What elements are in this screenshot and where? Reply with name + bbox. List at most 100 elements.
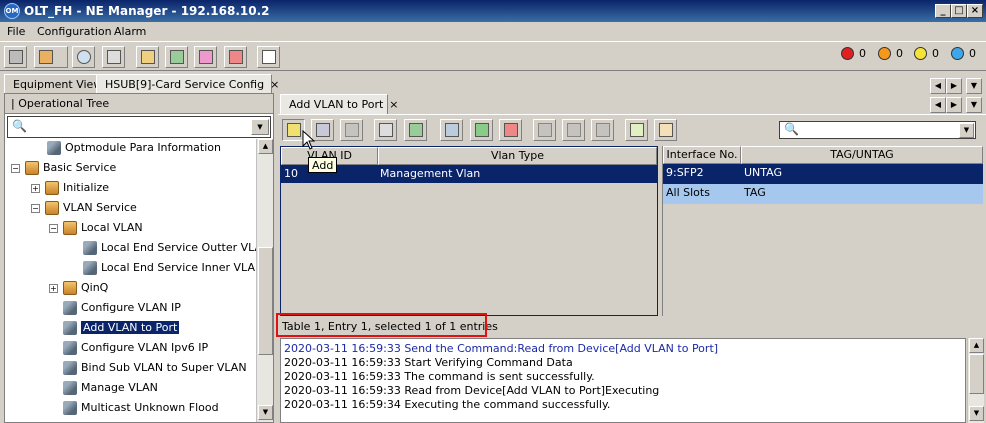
tree-item-outter-vlan[interactable]: Local End Service Outter VLAN <box>83 239 270 257</box>
tree-search-dropdown-icon[interactable]: ▼ <box>251 119 269 135</box>
critical-alarm-icon[interactable] <box>841 47 854 60</box>
filter-icon[interactable] <box>533 119 556 141</box>
table-row[interactable]: 10 Management Vlan <box>281 165 657 183</box>
folder-icon <box>25 161 39 175</box>
report-icon[interactable] <box>194 46 217 68</box>
notes-icon[interactable] <box>257 46 280 68</box>
close-subtab-icon[interactable]: × <box>389 98 398 111</box>
log-panel: 2020-03-11 16:59:33 Send the Command:Rea… <box>280 338 966 423</box>
tab-list-dropdown-icon[interactable]: ▼ <box>966 78 982 94</box>
tab-left-arrow-icon[interactable]: ◀ <box>930 78 946 94</box>
log-line: 2020-03-11 16:59:33 The command is sent … <box>284 370 595 383</box>
save-icon[interactable] <box>440 119 463 141</box>
close-tab-icon[interactable]: × <box>270 78 279 91</box>
menu-configuration[interactable]: Configuration <box>37 25 112 38</box>
refresh-icon[interactable] <box>4 46 27 68</box>
tree-item-multicast-flood[interactable]: Multicast Unknown Flood <box>63 399 219 417</box>
tree-item-basic-service[interactable]: Basic Service <box>25 159 116 177</box>
folder-icon <box>63 221 77 235</box>
wrench-icon <box>63 361 77 375</box>
tree-search-input[interactable]: 🔍 ▼ <box>7 116 271 138</box>
window-title: OLT_FH - NE Manager - 192.168.10.2 <box>24 4 270 18</box>
scroll-down-icon[interactable]: ▼ <box>258 405 273 420</box>
col-vlan-type[interactable]: Vlan Type <box>378 147 657 165</box>
log-line: 2020-03-11 16:59:33 Read from Device[Add… <box>284 384 660 397</box>
table-search-input[interactable]: 🔍 ▼ <box>779 121 976 139</box>
close-button[interactable]: × <box>967 4 983 18</box>
warning-alarm-icon[interactable] <box>951 47 964 60</box>
tree-item-configure-vlan-ip[interactable]: Configure VLAN IP <box>63 299 181 317</box>
scroll-up-icon[interactable]: ▲ <box>258 139 273 154</box>
modify-icon[interactable] <box>340 119 363 141</box>
search-icon: 🔍 <box>12 119 27 133</box>
tree-item-inner-vlan[interactable]: Local End Service Inner VLAN <box>83 259 263 277</box>
folder-icon <box>45 181 59 195</box>
scroll-thumb[interactable] <box>969 354 984 394</box>
maximize-button[interactable]: □ <box>951 4 967 18</box>
expand-icon[interactable]: + <box>31 184 40 193</box>
log-line: 2020-03-11 16:59:34 Executing the comman… <box>284 398 611 411</box>
collapse-icon[interactable]: − <box>31 204 40 213</box>
tree-item-local-vlan[interactable]: Local VLAN <box>63 219 143 237</box>
menu-bar: File Configuration Alarm <box>0 22 986 40</box>
table-row[interactable]: 9:SFP2 UNTAG <box>663 164 983 184</box>
clock-icon[interactable] <box>72 46 95 68</box>
minor-alarm-icon[interactable] <box>914 47 927 60</box>
expand-icon[interactable]: + <box>49 284 58 293</box>
col-tag-untag[interactable]: TAG/UNTAG <box>741 146 983 164</box>
menu-alarm[interactable]: Alarm <box>114 25 146 38</box>
add-tooltip: Add <box>308 157 338 173</box>
scroll-thumb[interactable] <box>258 247 273 355</box>
subtab-left-arrow-icon[interactable]: ◀ <box>930 97 946 113</box>
major-alarm-icon[interactable] <box>878 47 891 60</box>
tree-item-qinq[interactable]: QinQ <box>63 279 108 297</box>
edit-icon[interactable] <box>136 46 159 68</box>
read-from-device-icon[interactable] <box>374 119 397 141</box>
tree-item-manage-vlan[interactable]: Manage VLAN <box>63 379 158 397</box>
tree-item-optmodule[interactable]: Optmodule Para Information <box>47 139 221 157</box>
device-icon[interactable] <box>102 46 125 68</box>
tree-item-vlan-ipv6[interactable]: Configure VLAN Ipv6 IP <box>63 339 208 357</box>
tree-scrollbar[interactable]: ▲ ▼ <box>256 139 273 422</box>
menu-file[interactable]: File <box>7 25 25 38</box>
alarm-print-icon[interactable] <box>224 46 247 68</box>
app-icon: OM <box>4 3 20 19</box>
copy-icon[interactable] <box>591 119 614 141</box>
tree-item-bind-sub-vlan[interactable]: Bind Sub VLAN to Super VLAN <box>63 359 247 377</box>
print-icon[interactable] <box>165 46 188 68</box>
tab-card-service-config[interactable]: HSUB[9]-Card Service Config × <box>96 74 279 94</box>
remove-icon[interactable] <box>499 119 522 141</box>
add-row-icon[interactable] <box>625 119 648 141</box>
search-icon: 🔍 <box>784 122 799 136</box>
minimize-button[interactable]: _ <box>935 4 951 18</box>
mouse-cursor-icon <box>302 130 316 150</box>
table-row[interactable]: All Slots TAG <box>663 184 983 204</box>
port-table: Interface No. TAG/UNTAG 9:SFP2 UNTAG All… <box>662 146 983 316</box>
wrench-icon <box>63 341 77 355</box>
download-icon[interactable] <box>470 119 493 141</box>
tab-add-vlan-to-port[interactable]: Add VLAN to Port × <box>280 94 399 114</box>
collapse-icon[interactable]: − <box>11 164 20 173</box>
upload-icon[interactable] <box>562 119 585 141</box>
log-scrollbar[interactable]: ▲ ▼ <box>967 338 984 423</box>
tree-item-vlan-service[interactable]: VLAN Service <box>45 199 137 217</box>
col-interface-no[interactable]: Interface No. <box>663 146 741 164</box>
tab-right-arrow-icon[interactable]: ▶ <box>946 78 962 94</box>
major-alarm-count: 0 <box>896 47 903 60</box>
subtab-right-arrow-icon[interactable]: ▶ <box>946 97 962 113</box>
write-to-device-icon[interactable] <box>404 119 427 141</box>
operational-tree-panel: | Operational Tree 🔍 ▼ Optmodule Para In… <box>4 93 274 423</box>
log-line: 2020-03-11 16:59:33 Start Verifying Comm… <box>284 356 573 369</box>
table-search-dropdown-icon[interactable]: ▼ <box>959 123 974 138</box>
sub-toolbar: 🔍 ▼ <box>278 114 986 144</box>
tree-item-initialize[interactable]: Initialize <box>45 179 109 197</box>
table-icon[interactable] <box>654 119 677 141</box>
subtab-list-dropdown-icon[interactable]: ▼ <box>966 97 982 113</box>
tree-item-add-vlan-to-port[interactable]: Add VLAN to Port <box>63 319 180 337</box>
wrench-icon <box>47 141 61 155</box>
highlight-box <box>276 313 487 337</box>
ne-dropdown-icon[interactable] <box>34 46 68 68</box>
collapse-icon[interactable]: − <box>49 224 58 233</box>
scroll-down-icon[interactable]: ▼ <box>969 406 984 421</box>
scroll-up-icon[interactable]: ▲ <box>969 338 984 353</box>
